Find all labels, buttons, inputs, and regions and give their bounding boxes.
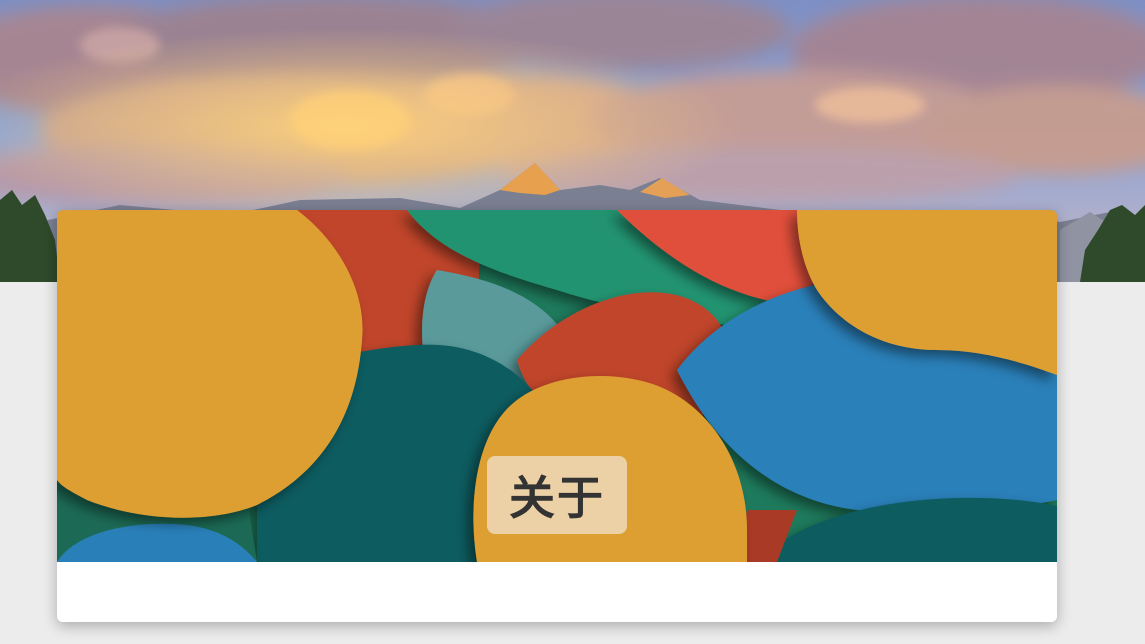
about-title: 关于 [487,456,627,534]
about-card-body [57,562,1057,622]
about-card: 关于 [57,210,1057,622]
